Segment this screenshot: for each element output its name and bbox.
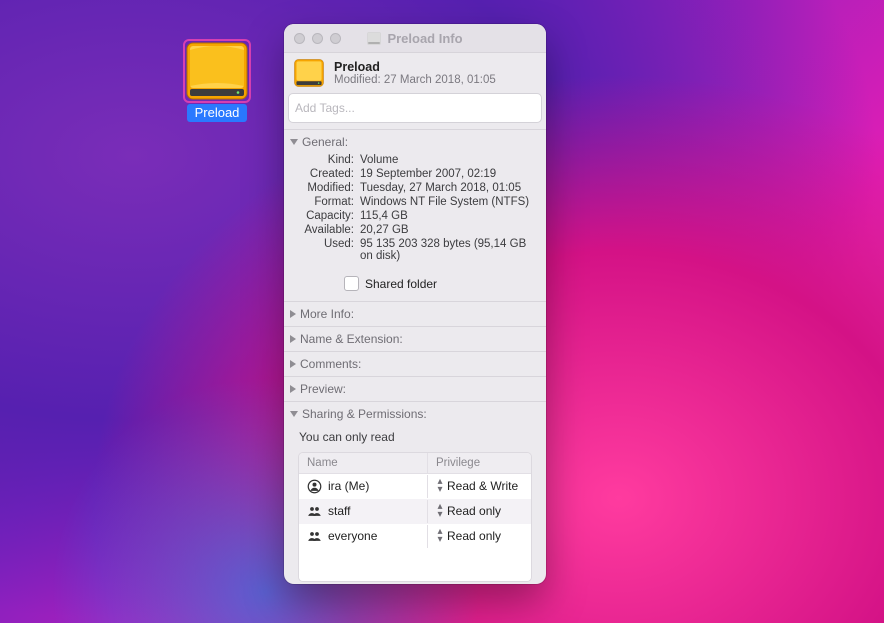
shared-folder-label: Shared folder — [365, 277, 437, 291]
general-details: Kind: Volume Created: 19 September 2007,… — [284, 154, 546, 268]
chevron-down-icon — [290, 139, 298, 145]
section-general[interactable]: General: — [284, 130, 546, 154]
window-title: Preload Info — [387, 31, 462, 46]
chevron-right-icon — [290, 385, 296, 393]
perm-privilege: Read only — [447, 529, 501, 543]
value-kind: Volume — [360, 154, 538, 166]
privilege-stepper-icon[interactable]: ▴▾ — [436, 478, 444, 494]
chevron-down-icon — [290, 411, 298, 417]
minimize-button[interactable] — [312, 33, 323, 44]
table-row[interactable]: everyone ▴▾Read only — [299, 524, 531, 549]
header-modified: Modified: 27 March 2018, 01:05 — [334, 74, 496, 86]
privilege-stepper-icon[interactable]: ▴▾ — [436, 528, 444, 544]
privilege-stepper-icon[interactable]: ▴▾ — [436, 503, 444, 519]
chevron-right-icon — [290, 310, 296, 318]
value-modified: Tuesday, 27 March 2018, 01:05 — [360, 182, 538, 194]
tags-input[interactable] — [289, 94, 541, 122]
volume-disk-icon — [186, 42, 248, 100]
desktop-volume-label: Preload — [187, 104, 248, 122]
section-name-extension[interactable]: Name & Extension: — [284, 327, 546, 351]
value-available: 20,27 GB — [360, 224, 538, 236]
titlebar[interactable]: Preload Info — [284, 24, 546, 53]
section-more-info[interactable]: More Info: — [284, 302, 546, 326]
tags-field-wrap — [288, 93, 542, 123]
perm-name: everyone — [328, 529, 377, 543]
titlebar-disk-icon — [367, 32, 381, 45]
perm-name: staff — [328, 504, 350, 518]
user-icon — [307, 504, 322, 519]
permissions-table: Name Privilege ira (Me)▴▾Read & Writesta… — [298, 452, 532, 582]
perm-privilege: Read only — [447, 504, 501, 518]
section-preview[interactable]: Preview: — [284, 377, 546, 401]
value-capacity: 115,4 GB — [360, 210, 538, 222]
column-header-name[interactable]: Name — [299, 453, 428, 473]
close-button[interactable] — [294, 33, 305, 44]
user-icon — [307, 479, 322, 494]
header-name: Preload — [334, 60, 496, 74]
section-comments[interactable]: Comments: — [284, 352, 546, 376]
value-used: 95 135 203 328 bytes (95,14 GB on disk) — [360, 238, 538, 262]
chevron-right-icon — [290, 335, 296, 343]
traffic-lights — [294, 33, 341, 44]
perm-privilege: Read & Write — [447, 479, 518, 493]
value-created: 19 September 2007, 02:19 — [360, 168, 538, 180]
table-row[interactable]: staff ▴▾Read only — [299, 499, 531, 524]
shared-folder-checkbox[interactable] — [344, 276, 359, 291]
perm-name: ira (Me) — [328, 479, 369, 493]
info-header: Preload Modified: 27 March 2018, 01:05 — [284, 53, 546, 91]
desktop-volume-item[interactable]: Preload — [178, 42, 256, 122]
shared-folder-row: Shared folder — [284, 268, 546, 301]
section-sharing-permissions[interactable]: Sharing & Permissions: — [284, 402, 546, 426]
column-header-privilege[interactable]: Privilege — [428, 453, 531, 473]
zoom-button[interactable] — [330, 33, 341, 44]
desktop-background: Preload Preload Info — [0, 0, 884, 623]
user-icon — [307, 529, 322, 544]
table-row[interactable]: ira (Me) ▴▾Read & Write — [299, 474, 531, 499]
value-format: Windows NT File System (NTFS) — [360, 196, 538, 208]
info-window: Preload Info Preload Modified: 27 March … — [284, 24, 546, 584]
permissions-note: You can only read — [284, 426, 546, 452]
chevron-right-icon — [290, 360, 296, 368]
header-disk-icon — [294, 59, 324, 87]
